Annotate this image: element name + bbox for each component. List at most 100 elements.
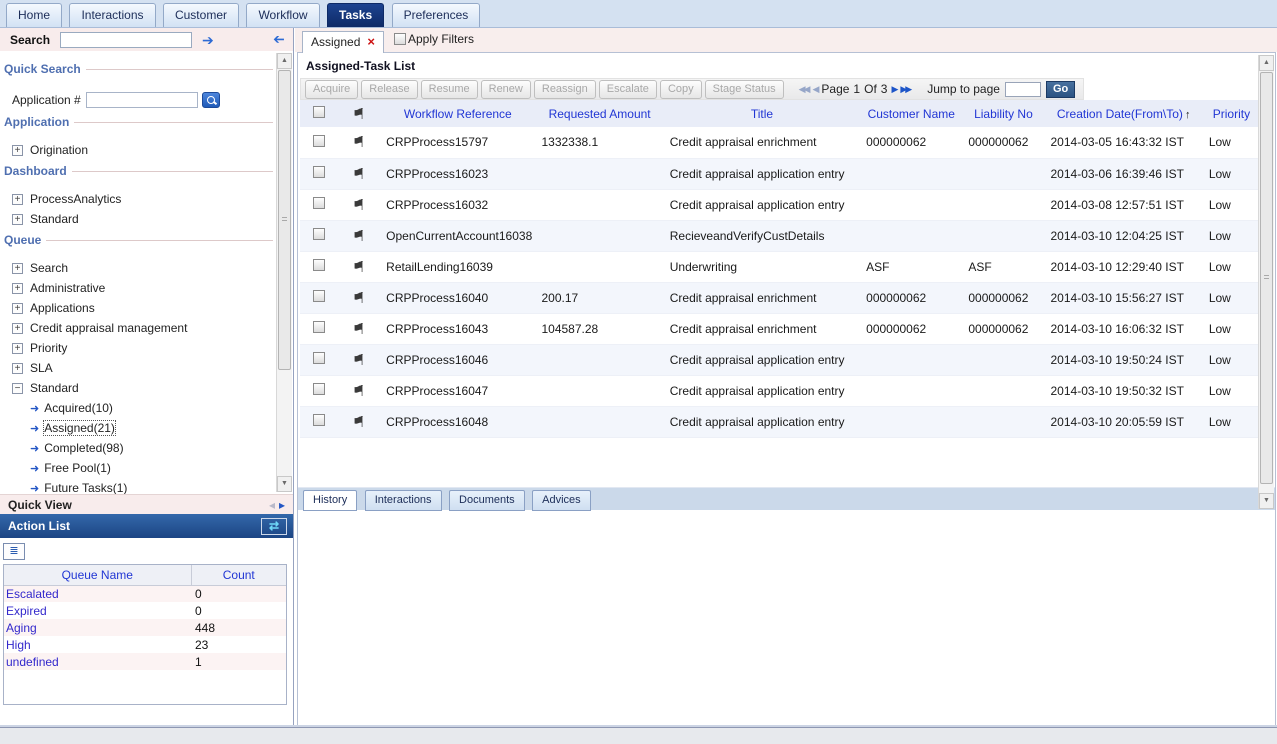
expand-icon[interactable]: + xyxy=(12,282,23,294)
collapse-icon[interactable]: − xyxy=(12,382,23,394)
tree-item-origination[interactable]: + Origination xyxy=(12,143,273,157)
table-row[interactable]: ⚑ RetailLending16039 Underwriting ASF ASF 201… xyxy=(300,251,1260,283)
row-checkbox[interactable] xyxy=(313,134,326,147)
row-checkbox[interactable] xyxy=(313,197,326,209)
tree-item-applications[interactable]: + Applications xyxy=(12,301,273,315)
tab-workflow[interactable]: Workflow xyxy=(246,3,320,27)
scrollbar-thumb[interactable] xyxy=(1260,72,1273,484)
table-row[interactable]: ⚑ CRPProcess16048 Credit appraisal applica… xyxy=(300,406,1260,438)
search-input[interactable] xyxy=(60,31,193,48)
application-search-icon[interactable] xyxy=(201,92,220,108)
queue-name-link[interactable]: Escalated xyxy=(4,585,191,602)
renew-button[interactable]: Renew xyxy=(480,79,531,99)
expand-icon[interactable]: + xyxy=(12,302,23,314)
row-checkbox[interactable] xyxy=(313,166,326,178)
queue-name-link[interactable]: Aging xyxy=(4,619,191,636)
table-row[interactable]: ⚑ CRPProcess15797 1332338.1 Credit appraisa… xyxy=(300,127,1260,159)
scroll-up-icon[interactable]: ▲ xyxy=(277,53,292,69)
assigned-task-tab[interactable]: Assigned × xyxy=(302,31,384,53)
expand-icon[interactable]: + xyxy=(12,342,23,354)
go-button[interactable]: Go xyxy=(1045,80,1076,98)
queue-name-link[interactable]: undefined xyxy=(4,653,191,670)
quick-view-prev-icon[interactable]: ◂ xyxy=(269,498,275,512)
tab-history[interactable]: History xyxy=(303,490,358,511)
tab-interactions[interactable]: Interactions xyxy=(69,3,156,27)
copy-button[interactable]: Copy xyxy=(659,79,702,99)
row-checkbox[interactable] xyxy=(313,259,326,271)
queue-name-link[interactable]: Expired xyxy=(4,602,191,619)
expand-icon[interactable]: + xyxy=(12,144,23,156)
row-checkbox[interactable] xyxy=(313,228,326,240)
row-checkbox[interactable] xyxy=(313,321,326,333)
stage-status-button[interactable]: Stage Status xyxy=(704,79,784,99)
col-workflow-reference[interactable]: Workflow Reference xyxy=(380,100,536,127)
scroll-up-icon[interactable]: ▲ xyxy=(1259,55,1274,71)
col-liability-no[interactable]: Liability No xyxy=(962,100,1045,127)
reassign-button[interactable]: Reassign xyxy=(533,79,596,99)
expand-icon[interactable]: + xyxy=(12,322,23,334)
escalate-button[interactable]: Escalate xyxy=(598,79,657,99)
tree-item-priority[interactable]: + Priority xyxy=(12,341,273,355)
col-priority[interactable]: Priority xyxy=(1202,100,1260,127)
row-checkbox[interactable] xyxy=(313,383,326,395)
tab-advices[interactable]: Advices xyxy=(532,490,591,511)
main-scrollbar[interactable]: ▲ ▼ xyxy=(1258,55,1274,509)
quick-view-next-icon[interactable]: ▸ xyxy=(279,498,285,512)
row-checkbox[interactable] xyxy=(313,290,326,302)
tab-tasks[interactable]: Tasks xyxy=(327,3,385,27)
tree-item-standard-dashboard[interactable]: + Standard xyxy=(12,212,273,226)
expand-icon[interactable]: + xyxy=(12,213,23,225)
row-checkbox[interactable] xyxy=(313,352,326,364)
first-page-icon[interactable]: ◀◀ xyxy=(799,84,811,95)
tree-item-credit-appraisal-management[interactable]: + Credit appraisal management xyxy=(12,321,273,335)
last-page-icon[interactable]: ▶▶ xyxy=(900,84,912,95)
queue-item-future-tasks[interactable]: ➜ Future Tasks(1) xyxy=(30,481,273,494)
tree-item-standard-queue[interactable]: − Standard xyxy=(12,381,273,395)
scrollbar-thumb[interactable] xyxy=(278,70,291,370)
col-requested-amount[interactable]: Requested Amount xyxy=(535,100,664,127)
expand-icon[interactable]: + xyxy=(12,262,23,274)
tab-interactions-detail[interactable]: Interactions xyxy=(364,490,442,511)
tab-documents[interactable]: Documents xyxy=(449,490,525,511)
table-row[interactable]: ⚑ CRPProcess16043 104587.28 Credit appraisa… xyxy=(300,313,1260,345)
acquire-button[interactable]: Acquire xyxy=(305,79,359,99)
tree-item-sla[interactable]: + SLA xyxy=(12,361,273,375)
apply-filters-checkbox[interactable] xyxy=(393,33,406,45)
table-row[interactable]: ⚑ CRPProcess16032 Credit appraisal applica… xyxy=(300,189,1260,221)
expand-icon[interactable]: + xyxy=(12,193,23,205)
scroll-down-icon[interactable]: ▼ xyxy=(277,476,292,492)
jump-to-page-input[interactable] xyxy=(1004,81,1041,97)
list-view-icon[interactable]: ≣ xyxy=(3,543,25,560)
col-creation-date[interactable]: Creation Date(From\To) ↑ xyxy=(1044,100,1203,127)
search-forward-icon[interactable]: ➔ xyxy=(202,33,214,47)
application-number-input[interactable] xyxy=(85,92,198,108)
table-row[interactable]: ⚑ CRPProcess16040 200.17 Credit appraisal e… xyxy=(300,282,1260,314)
row-checkbox[interactable] xyxy=(313,414,326,426)
queue-item-completed[interactable]: ➜ Completed(98) xyxy=(30,441,273,455)
col-title[interactable]: Title xyxy=(663,100,861,127)
close-tab-icon[interactable]: × xyxy=(367,35,375,48)
collapse-panel-icon[interactable]: ➔ xyxy=(273,32,285,48)
tab-customer[interactable]: Customer xyxy=(162,3,239,27)
tree-item-search[interactable]: + Search xyxy=(12,261,273,275)
scroll-down-icon[interactable]: ▼ xyxy=(1259,493,1274,509)
table-row[interactable]: ⚑ CRPProcess16046 Credit appraisal applica… xyxy=(300,344,1260,376)
table-row[interactable]: ⚑ OpenCurrentAccount16038 RecieveandVerify… xyxy=(300,220,1260,252)
tree-item-processanalytics[interactable]: + ProcessAnalytics xyxy=(12,192,273,206)
table-row[interactable]: ⚑ CRPProcess16023 Credit appraisal applica… xyxy=(300,158,1260,190)
release-button[interactable]: Release xyxy=(361,79,418,99)
col-customer-name[interactable]: Customer Name xyxy=(860,100,963,127)
queue-item-acquired[interactable]: ➜ Acquired(10) xyxy=(30,401,273,415)
queue-name-link[interactable]: High xyxy=(4,636,191,653)
queue-item-assigned[interactable]: ➜ Assigned(21) xyxy=(30,420,273,436)
select-all-checkbox[interactable] xyxy=(313,106,326,118)
expand-icon[interactable]: + xyxy=(12,362,23,374)
resume-button[interactable]: Resume xyxy=(420,79,478,99)
queue-item-free-pool[interactable]: ➜ Free Pool(1) xyxy=(30,461,273,475)
prev-page-icon[interactable]: ◀ xyxy=(812,84,819,95)
refresh-icon[interactable]: ⇄ xyxy=(261,517,287,535)
tab-preferences[interactable]: Preferences xyxy=(391,3,481,27)
tab-home[interactable]: Home xyxy=(6,3,63,27)
tree-item-administrative[interactable]: + Administrative xyxy=(12,281,273,295)
next-page-icon[interactable]: ▶ xyxy=(891,84,898,95)
